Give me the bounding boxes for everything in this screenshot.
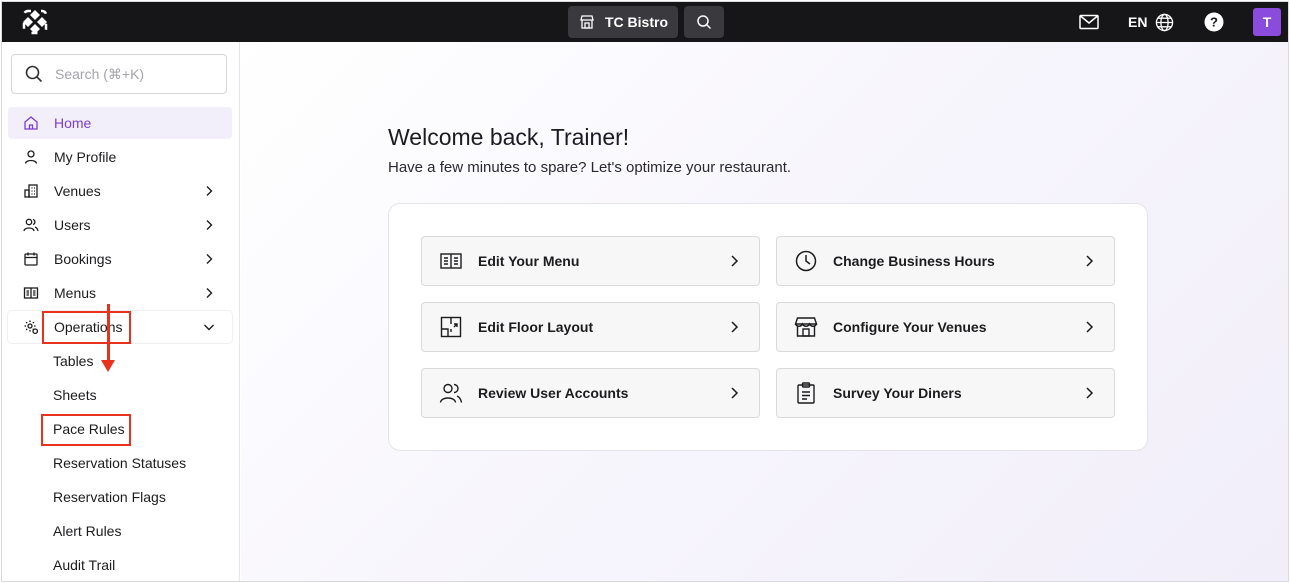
globe-icon <box>1155 13 1174 32</box>
sidebar-item-label: Users <box>54 217 91 233</box>
chevron-right-icon <box>1082 254 1096 268</box>
sidebar-item-my-profile[interactable]: My Profile <box>8 141 232 173</box>
app-window: TC Bistro EN ? T Search (⌘+K) Home My Pr… <box>1 1 1289 582</box>
home-icon <box>23 115 39 131</box>
page-subtitle: Have a few minutes to spare? Let's optim… <box>388 159 792 176</box>
chevron-right-icon <box>1082 386 1096 400</box>
chevron-right-icon <box>727 254 741 268</box>
search-input[interactable] <box>55 66 205 82</box>
edit-floor-layout-button[interactable]: Edit Floor Layout <box>421 302 760 352</box>
search-icon <box>696 14 712 30</box>
building-icon <box>23 183 39 199</box>
edit-menu-button[interactable]: Edit Your Menu <box>421 236 760 286</box>
sidebar-subitem-reservation-flags[interactable]: Reservation Flags <box>53 487 166 507</box>
avatar[interactable]: T <box>1253 8 1281 36</box>
top-bar: TC Bistro EN ? T <box>2 2 1288 42</box>
sidebar-subitem-tables[interactable]: Tables <box>53 351 93 371</box>
search-icon <box>25 65 43 83</box>
users-icon <box>23 217 39 233</box>
sidebar-subitem-alert-rules[interactable]: Alert Rules <box>53 521 121 541</box>
action-label: Survey Your Diners <box>833 385 962 401</box>
chevron-right-icon <box>727 386 741 400</box>
change-business-hours-button[interactable]: Change Business Hours <box>776 236 1115 286</box>
venue-name: TC Bistro <box>605 14 668 30</box>
sidebar-item-label: My Profile <box>54 149 117 165</box>
action-label: Review User Accounts <box>478 385 629 401</box>
configure-venues-button[interactable]: Configure Your Venues <box>776 302 1115 352</box>
users-icon <box>439 381 463 405</box>
storefront-icon <box>579 14 595 30</box>
chevron-right-icon <box>202 184 216 198</box>
action-label: Edit Your Menu <box>478 253 580 269</box>
language-selector[interactable]: EN <box>1128 12 1174 32</box>
floor-plan-icon <box>439 315 463 339</box>
callout-arrow-line <box>107 304 110 362</box>
operations-callout-box <box>42 311 131 344</box>
survey-diners-button[interactable]: Survey Your Diners <box>776 368 1115 418</box>
sidebar-subitem-sheets[interactable]: Sheets <box>53 385 97 405</box>
sidebar-item-users[interactable]: Users <box>8 209 232 241</box>
main-content: Welcome back, Trainer! Have a few minute… <box>241 42 1288 581</box>
storefront-icon <box>794 315 818 339</box>
action-label: Edit Floor Layout <box>478 319 594 335</box>
language-code: EN <box>1128 14 1148 30</box>
sidebar: Home My Profile Venues <box>2 42 240 581</box>
chevron-right-icon <box>727 320 741 334</box>
menu-book-icon <box>439 249 463 273</box>
sidebar-item-venues[interactable]: Venues <box>8 175 232 207</box>
svg-text:?: ? <box>1210 15 1218 30</box>
venue-switcher-button[interactable]: TC Bistro <box>568 6 678 38</box>
sidebar-item-home[interactable]: Home <box>8 107 232 139</box>
action-label: Configure Your Venues <box>833 319 987 335</box>
mail-icon[interactable] <box>1079 12 1099 32</box>
sidebar-search[interactable] <box>11 54 227 94</box>
sidebar-subitem-reservation-statuses[interactable]: Reservation Statuses <box>53 453 186 473</box>
callout-arrow-head <box>101 360 115 372</box>
app-logo-icon[interactable] <box>21 9 49 35</box>
user-icon <box>23 149 39 165</box>
clock-icon <box>794 249 818 273</box>
global-search-button[interactable] <box>684 6 724 38</box>
action-label: Change Business Hours <box>833 253 995 269</box>
sidebar-item-menus[interactable]: Menus <box>8 277 232 309</box>
chevron-right-icon <box>1082 320 1096 334</box>
page-title: Welcome back, Trainer! <box>388 124 630 150</box>
clipboard-icon <box>794 381 818 405</box>
chevron-right-icon <box>202 252 216 266</box>
chevron-right-icon <box>202 286 216 300</box>
sidebar-item-label: Venues <box>54 183 101 199</box>
menu-book-icon <box>23 285 39 301</box>
help-icon[interactable]: ? <box>1204 12 1224 32</box>
sidebar-item-bookings[interactable]: Bookings <box>8 243 232 275</box>
sidebar-item-label: Bookings <box>54 251 112 267</box>
sidebar-item-label: Menus <box>54 285 97 301</box>
review-user-accounts-button[interactable]: Review User Accounts <box>421 368 760 418</box>
chevron-down-icon <box>202 320 216 334</box>
gear-icon <box>23 319 39 335</box>
sidebar-item-label: Home <box>54 115 92 131</box>
chevron-right-icon <box>202 218 216 232</box>
quick-actions-card: Edit Your Menu Change Business Hours Edi… <box>388 203 1148 451</box>
calendar-icon <box>23 251 39 267</box>
pace-rules-callout-box <box>41 414 131 446</box>
sidebar-subitem-audit-trail[interactable]: Audit Trail <box>53 555 115 575</box>
